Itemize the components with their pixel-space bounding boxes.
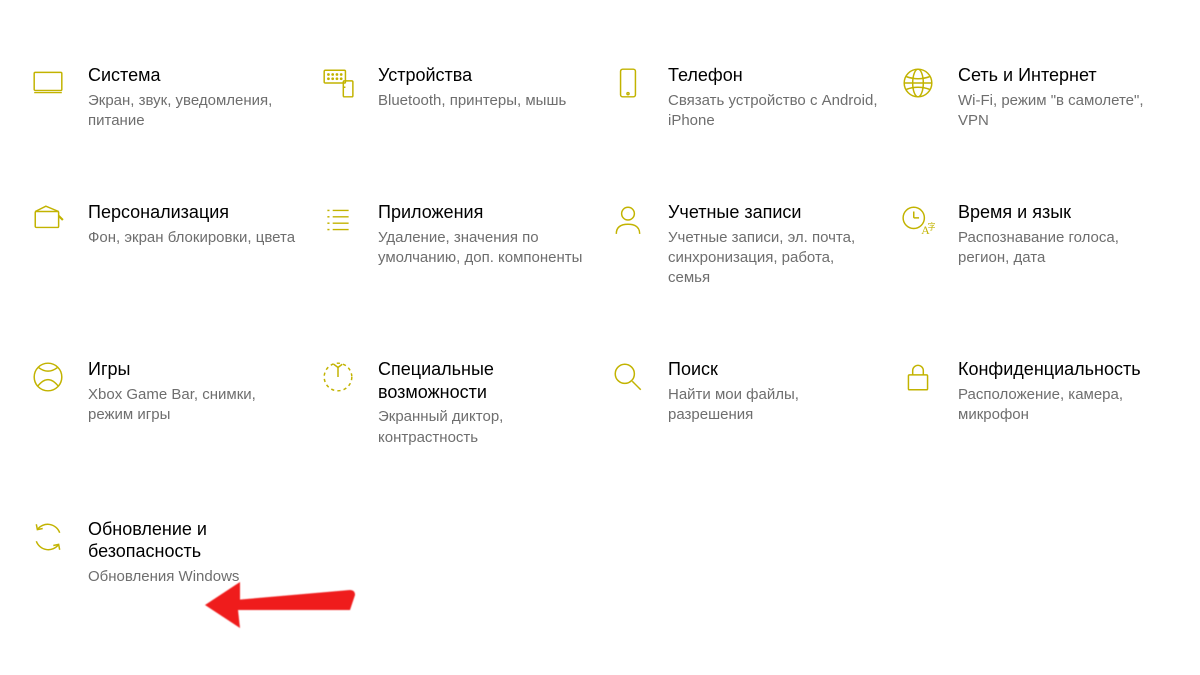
globe-icon bbox=[898, 66, 938, 106]
time-lang-icon bbox=[898, 203, 938, 243]
settings-categories-grid: Система Экран, звук, уведомления, питани… bbox=[0, 0, 1200, 587]
category-system[interactable]: Система Экран, звук, уведомления, питани… bbox=[20, 64, 310, 131]
sync-icon bbox=[28, 520, 68, 560]
xbox-icon bbox=[28, 360, 68, 400]
category-personalization[interactable]: Персонализация Фон, экран блокировки, цв… bbox=[20, 201, 310, 288]
category-title: Конфиденциальность bbox=[958, 358, 1170, 381]
category-title: Персонализация bbox=[88, 201, 300, 224]
category-search[interactable]: Поиск Найти мои файлы, разрешения bbox=[600, 358, 890, 448]
category-devices[interactable]: Устройства Bluetooth, принтеры, мышь bbox=[310, 64, 600, 131]
category-phone[interactable]: Телефон Связать устройство с Android, iP… bbox=[600, 64, 890, 131]
person-icon bbox=[608, 203, 648, 243]
category-sub: Расположение, камера, микрофон bbox=[958, 385, 1170, 426]
category-sub: Распознавание голоса, регион, дата bbox=[958, 228, 1170, 269]
category-sub: Фон, экран блокировки, цвета bbox=[88, 228, 300, 248]
lock-icon bbox=[898, 360, 938, 400]
category-title: Игры bbox=[88, 358, 300, 381]
category-sub: Обновления Windows bbox=[88, 567, 300, 587]
ease-icon bbox=[318, 360, 358, 400]
paint-icon bbox=[28, 203, 68, 243]
category-sub: Экранный диктор, контрастность bbox=[378, 407, 590, 448]
category-title: Обновление и безопасность bbox=[88, 518, 300, 563]
category-sub: Связать устройство с Android, iPhone bbox=[668, 91, 880, 132]
category-privacy[interactable]: Конфиденциальность Расположение, камера,… bbox=[890, 358, 1180, 448]
category-apps[interactable]: Приложения Удаление, значения по умолчан… bbox=[310, 201, 600, 288]
category-sub: Учетные записи, эл. почта, синхронизация… bbox=[668, 228, 880, 289]
apps-icon bbox=[318, 203, 358, 243]
category-title: Устройства bbox=[378, 64, 590, 87]
category-title: Телефон bbox=[668, 64, 880, 87]
category-title: Учетные записи bbox=[668, 201, 880, 224]
category-gaming[interactable]: Игры Xbox Game Bar, снимки, режим игры bbox=[20, 358, 310, 448]
category-sub: Wi-Fi, режим "в самолете", VPN bbox=[958, 91, 1170, 132]
category-title: Система bbox=[88, 64, 300, 87]
monitor-icon bbox=[28, 66, 68, 106]
devices-icon bbox=[318, 66, 358, 106]
category-sub: Найти мои файлы, разрешения bbox=[668, 385, 880, 426]
category-sub: Удаление, значения по умолчанию, доп. ко… bbox=[378, 228, 590, 269]
category-title: Приложения bbox=[378, 201, 590, 224]
category-accounts[interactable]: Учетные записи Учетные записи, эл. почта… bbox=[600, 201, 890, 288]
category-title: Специальные возможности bbox=[378, 358, 590, 403]
category-title: Сеть и Интернет bbox=[958, 64, 1170, 87]
category-title: Поиск bbox=[668, 358, 880, 381]
category-sub: Bluetooth, принтеры, мышь bbox=[378, 91, 590, 111]
category-ease-of-access[interactable]: Специальные возможности Экранный диктор,… bbox=[310, 358, 600, 448]
category-title: Время и язык bbox=[958, 201, 1170, 224]
category-update-security[interactable]: Обновление и безопасность Обновления Win… bbox=[20, 518, 310, 587]
category-sub: Экран, звук, уведомления, питание bbox=[88, 91, 300, 132]
phone-icon bbox=[608, 66, 648, 106]
category-network[interactable]: Сеть и Интернет Wi-Fi, режим "в самолете… bbox=[890, 64, 1180, 131]
category-time-lang[interactable]: Время и язык Распознавание голоса, регио… bbox=[890, 201, 1180, 288]
category-sub: Xbox Game Bar, снимки, режим игры bbox=[88, 385, 300, 426]
search-icon bbox=[608, 360, 648, 400]
